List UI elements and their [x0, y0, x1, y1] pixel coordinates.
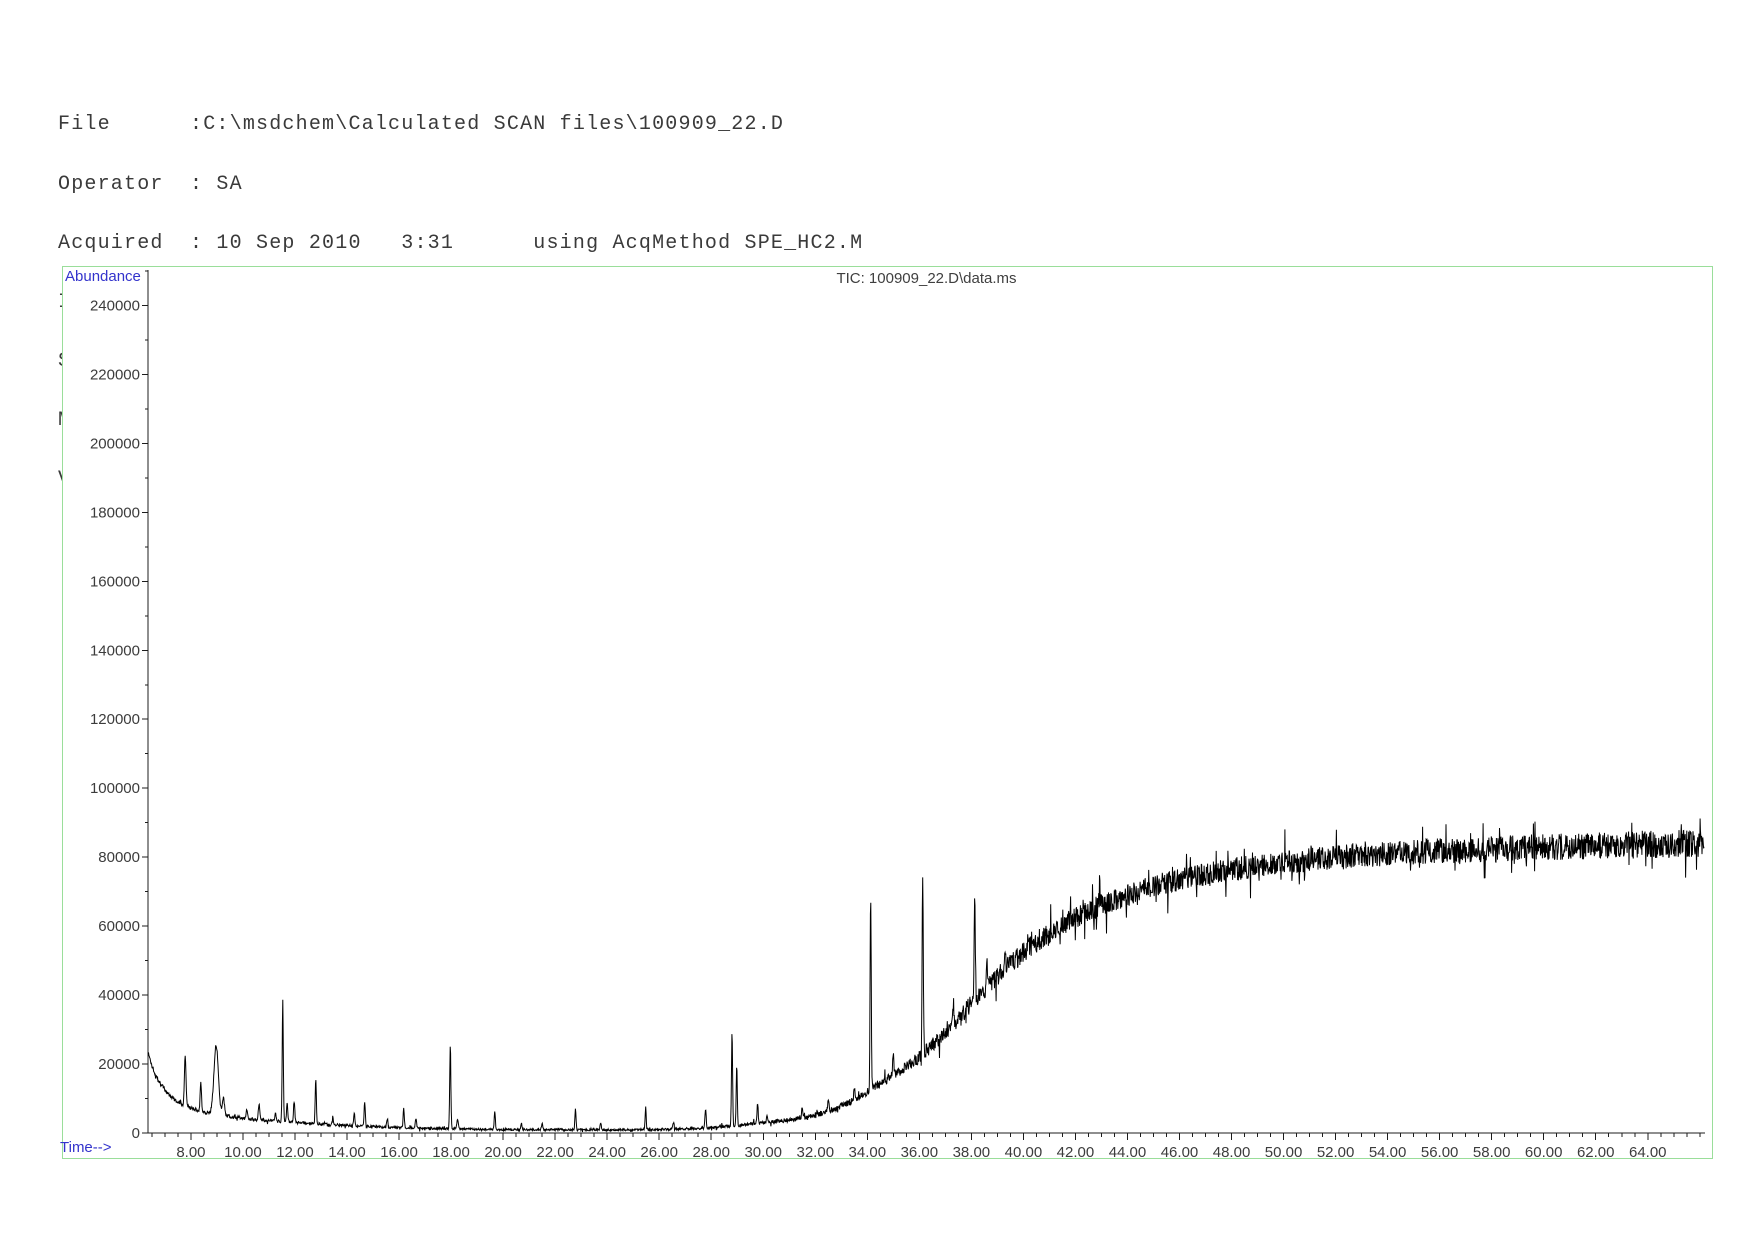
svg-text:48.00: 48.00 [1213, 1144, 1251, 1158]
svg-text:40000: 40000 [98, 987, 140, 1004]
svg-text:34.00: 34.00 [849, 1144, 887, 1158]
svg-text:56.00: 56.00 [1421, 1144, 1459, 1158]
svg-text:16.00: 16.00 [380, 1144, 418, 1158]
svg-text:18.00: 18.00 [432, 1144, 470, 1158]
svg-text:80000: 80000 [98, 849, 140, 866]
svg-text:60000: 60000 [98, 918, 140, 935]
svg-text:24.00: 24.00 [588, 1144, 626, 1158]
svg-text:200000: 200000 [90, 435, 140, 452]
svg-text:62.00: 62.00 [1577, 1144, 1615, 1158]
svg-text:20.00: 20.00 [484, 1144, 522, 1158]
svg-text:20000: 20000 [98, 1056, 140, 1073]
header-line: File :C:\msdchem\Calculated SCAN files\1… [58, 115, 863, 135]
svg-text:160000: 160000 [90, 573, 140, 590]
x-axis-title: Time--> [60, 1139, 112, 1156]
svg-text:14.00: 14.00 [328, 1144, 366, 1158]
svg-text:240000: 240000 [90, 297, 140, 314]
svg-text:40.00: 40.00 [1005, 1144, 1043, 1158]
svg-text:50.00: 50.00 [1265, 1144, 1303, 1158]
svg-text:100000: 100000 [90, 780, 140, 797]
svg-text:26.00: 26.00 [640, 1144, 678, 1158]
svg-text:46.00: 46.00 [1161, 1144, 1199, 1158]
svg-text:58.00: 58.00 [1473, 1144, 1511, 1158]
svg-text:12.00: 12.00 [276, 1144, 314, 1158]
chromatogram-panel: Abundance TIC: 100909_22.D\data.ms 0 2000… [62, 266, 1713, 1159]
svg-text:140000: 140000 [90, 642, 140, 659]
chart-title: TIC: 100909_22.D\data.ms [148, 270, 1705, 287]
svg-text:10.00: 10.00 [224, 1144, 262, 1158]
chromatogram-plot: 0 20000 40000 60000 80000 100000 120000 140000 1… [63, 267, 1712, 1158]
svg-text:220000: 220000 [90, 366, 140, 383]
svg-text:120000: 120000 [90, 711, 140, 728]
svg-text:28.00: 28.00 [692, 1144, 730, 1158]
svg-text:38.00: 38.00 [953, 1144, 991, 1158]
svg-text:0: 0 [132, 1125, 140, 1142]
svg-text:32.00: 32.00 [797, 1144, 835, 1158]
svg-text:44.00: 44.00 [1109, 1144, 1147, 1158]
svg-text:180000: 180000 [90, 504, 140, 521]
svg-text:22.00: 22.00 [536, 1144, 574, 1158]
svg-text:60.00: 60.00 [1525, 1144, 1563, 1158]
svg-text:42.00: 42.00 [1057, 1144, 1095, 1158]
header-line: Acquired : 10 Sep 2010 3:31 using AcqMet… [58, 234, 863, 254]
svg-text:64.00: 64.00 [1629, 1144, 1667, 1158]
y-axis-title: Abundance [65, 268, 141, 285]
header-line: Operator : SA [58, 175, 863, 195]
svg-text:8.00: 8.00 [176, 1144, 205, 1158]
svg-text:54.00: 54.00 [1369, 1144, 1407, 1158]
svg-text:52.00: 52.00 [1317, 1144, 1355, 1158]
svg-text:36.00: 36.00 [901, 1144, 939, 1158]
svg-text:30.00: 30.00 [744, 1144, 782, 1158]
